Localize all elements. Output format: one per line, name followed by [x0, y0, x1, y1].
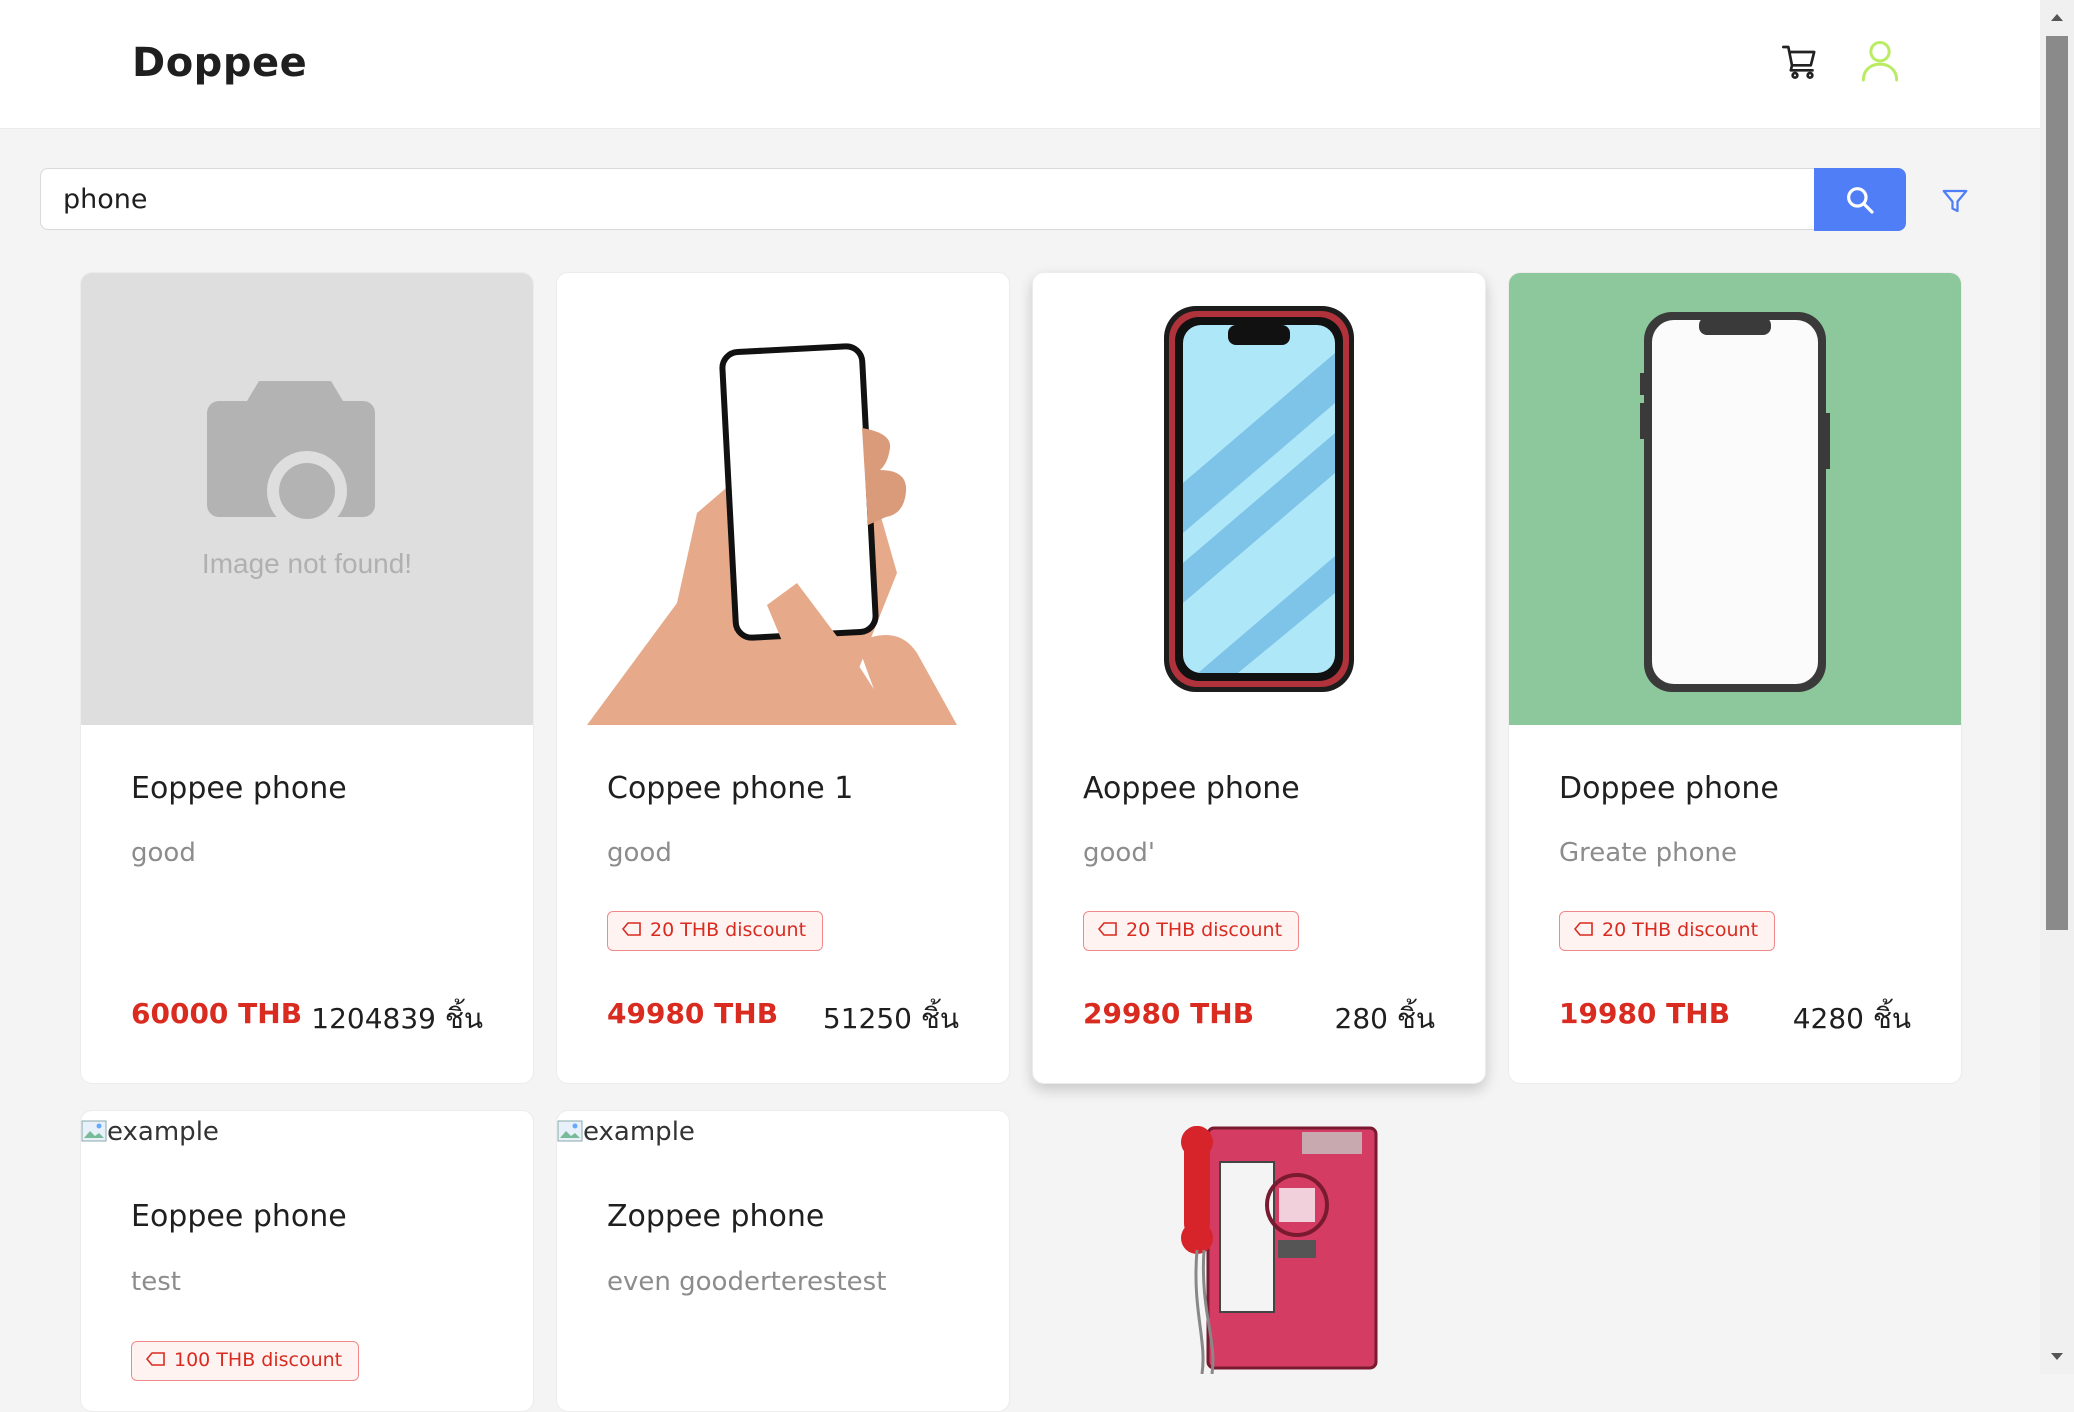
- tag-icon: [145, 1342, 166, 1379]
- product-card[interactable]: Aoppee phone good' 20 THB discount 29980…: [1032, 272, 1486, 1084]
- scroll-up-arrow-icon[interactable]: [2040, 0, 2074, 34]
- product-card[interactable]: Doppee phone Greate phone 20 THB discoun…: [1508, 272, 1962, 1084]
- product-image-placeholder: Image not found!: [81, 273, 533, 725]
- image-alt-text: example: [107, 1117, 219, 1147]
- filter-icon[interactable]: [1940, 186, 1970, 216]
- product-image: [1509, 273, 1961, 725]
- broken-product-image: example: [81, 1117, 219, 1147]
- search-input[interactable]: [40, 168, 1815, 230]
- brand-logo[interactable]: Doppee: [132, 40, 307, 86]
- image-alt-text: example: [583, 1117, 695, 1147]
- top-header: Doppee: [0, 0, 2040, 129]
- discount-label: 100 THB discount: [174, 1349, 343, 1371]
- product-title: Coppee phone 1: [607, 771, 854, 806]
- search-button[interactable]: [1814, 168, 1906, 231]
- discount-badge: 20 THB discount: [607, 911, 824, 951]
- product-stock: 1204839 ชิ้น: [311, 1002, 483, 1035]
- product-description: good': [1083, 838, 1155, 868]
- discount-label: 20 THB discount: [1126, 919, 1283, 941]
- product-card[interactable]: [1032, 1110, 1484, 1375]
- product-image: [557, 273, 1009, 725]
- product-price: 29980 THB: [1083, 997, 1255, 1030]
- scrollbar-thumb[interactable]: [2046, 36, 2068, 930]
- search-icon: [1847, 187, 1874, 214]
- discount-badge: 20 THB discount: [1083, 911, 1300, 951]
- product-title: Doppee phone: [1559, 771, 1779, 806]
- product-price: 49980 THB: [607, 997, 779, 1030]
- product-description: good: [607, 838, 672, 868]
- broken-image-icon: [81, 1119, 107, 1142]
- product-stock: 280 ชิ้น: [1334, 1002, 1436, 1035]
- image-not-found-text: Image not found!: [201, 548, 413, 579]
- shopping-cart-icon[interactable]: [1780, 42, 1820, 82]
- product-title: Zoppee phone: [607, 1199, 825, 1234]
- product-card[interactable]: Coppee phone 1 good 20 THB discount 4998…: [556, 272, 1010, 1084]
- user-icon[interactable]: [1860, 38, 1900, 82]
- payphone-product-image: [1181, 1126, 1378, 1375]
- product-description: even gooderterestest: [607, 1267, 887, 1297]
- product-stock: 4280 ชิ้น: [1792, 1002, 1911, 1035]
- product-image: [1033, 273, 1485, 725]
- product-description: Greate phone: [1559, 838, 1738, 868]
- product-card[interactable]: example Eoppee phone test 100 THB discou…: [80, 1110, 534, 1412]
- discount-label: 20 THB discount: [1602, 919, 1759, 941]
- product-title: Aoppee phone: [1083, 771, 1300, 806]
- tag-icon: [1097, 912, 1118, 949]
- product-title: Eoppee phone: [131, 1199, 347, 1234]
- product-card[interactable]: example Zoppee phone even gooderterestes…: [556, 1110, 1010, 1412]
- broken-image-icon: [557, 1119, 583, 1142]
- tag-icon: [621, 912, 642, 949]
- discount-label: 20 THB discount: [650, 919, 807, 941]
- scroll-down-arrow-icon[interactable]: [2040, 1340, 2074, 1374]
- product-price: 60000 THB: [131, 997, 303, 1030]
- product-description: good: [131, 838, 196, 868]
- vertical-scrollbar[interactable]: [2040, 0, 2074, 1374]
- product-card[interactable]: Image not found! Eoppee phone good 60000…: [80, 272, 534, 1084]
- product-stock: 51250 ชิ้น: [822, 1002, 959, 1035]
- discount-badge: 100 THB discount: [131, 1341, 360, 1381]
- product-title: Eoppee phone: [131, 771, 347, 806]
- tag-icon: [1573, 912, 1594, 949]
- product-price: 19980 THB: [1559, 997, 1731, 1030]
- product-description: test: [131, 1267, 181, 1297]
- discount-badge: 20 THB discount: [1559, 911, 1776, 951]
- broken-product-image: example: [557, 1117, 695, 1147]
